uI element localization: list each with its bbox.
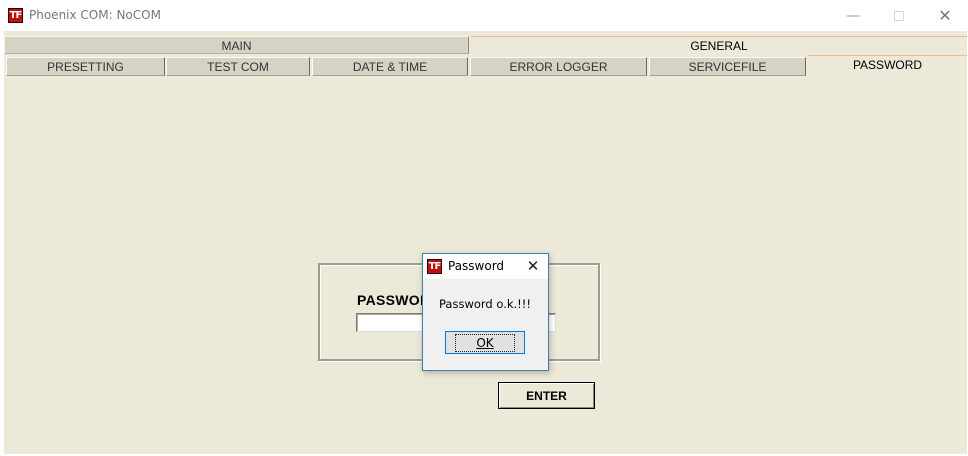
dialog-title: Password [448,259,505,273]
dialog-message: Password o.k.!!! [439,297,532,311]
window-titlebar: TF Phoenix COM: NoCOM — ✕ [0,0,968,31]
tab-general[interactable]: GENERAL [471,36,967,54]
dialog-close-icon[interactable]: ✕ [522,256,544,276]
maximize-icon[interactable] [876,0,922,31]
dialog-app-icon: TF [427,259,442,274]
ok-button[interactable]: OK [445,331,525,354]
ok-button-label: OK [455,333,515,352]
tab-error-logger[interactable]: ERROR LOGGER [470,57,647,76]
tab-test-com[interactable]: TEST COM [166,57,310,76]
tab-date-time[interactable]: DATE & TIME [312,57,468,76]
minimize-icon[interactable]: — [830,0,876,31]
tab-servicefile[interactable]: SERVICEFILE [649,57,806,76]
main-panel: MAIN GENERAL PRESETTING TEST COM DATE & … [4,31,967,454]
close-icon[interactable]: ✕ [922,0,968,31]
app-logo-icon: TF [8,8,23,23]
dialog-titlebar: TF Password ✕ [423,254,548,279]
tab-password[interactable]: PASSWORD [808,55,967,77]
tab-presetting[interactable]: PRESETTING [6,57,165,76]
password-dialog: TF Password ✕ Password o.k.!!! OK [422,253,549,371]
enter-button[interactable]: ENTER [498,382,595,409]
window-title: Phoenix COM: NoCOM [29,8,161,22]
tab-main[interactable]: MAIN [4,36,469,54]
